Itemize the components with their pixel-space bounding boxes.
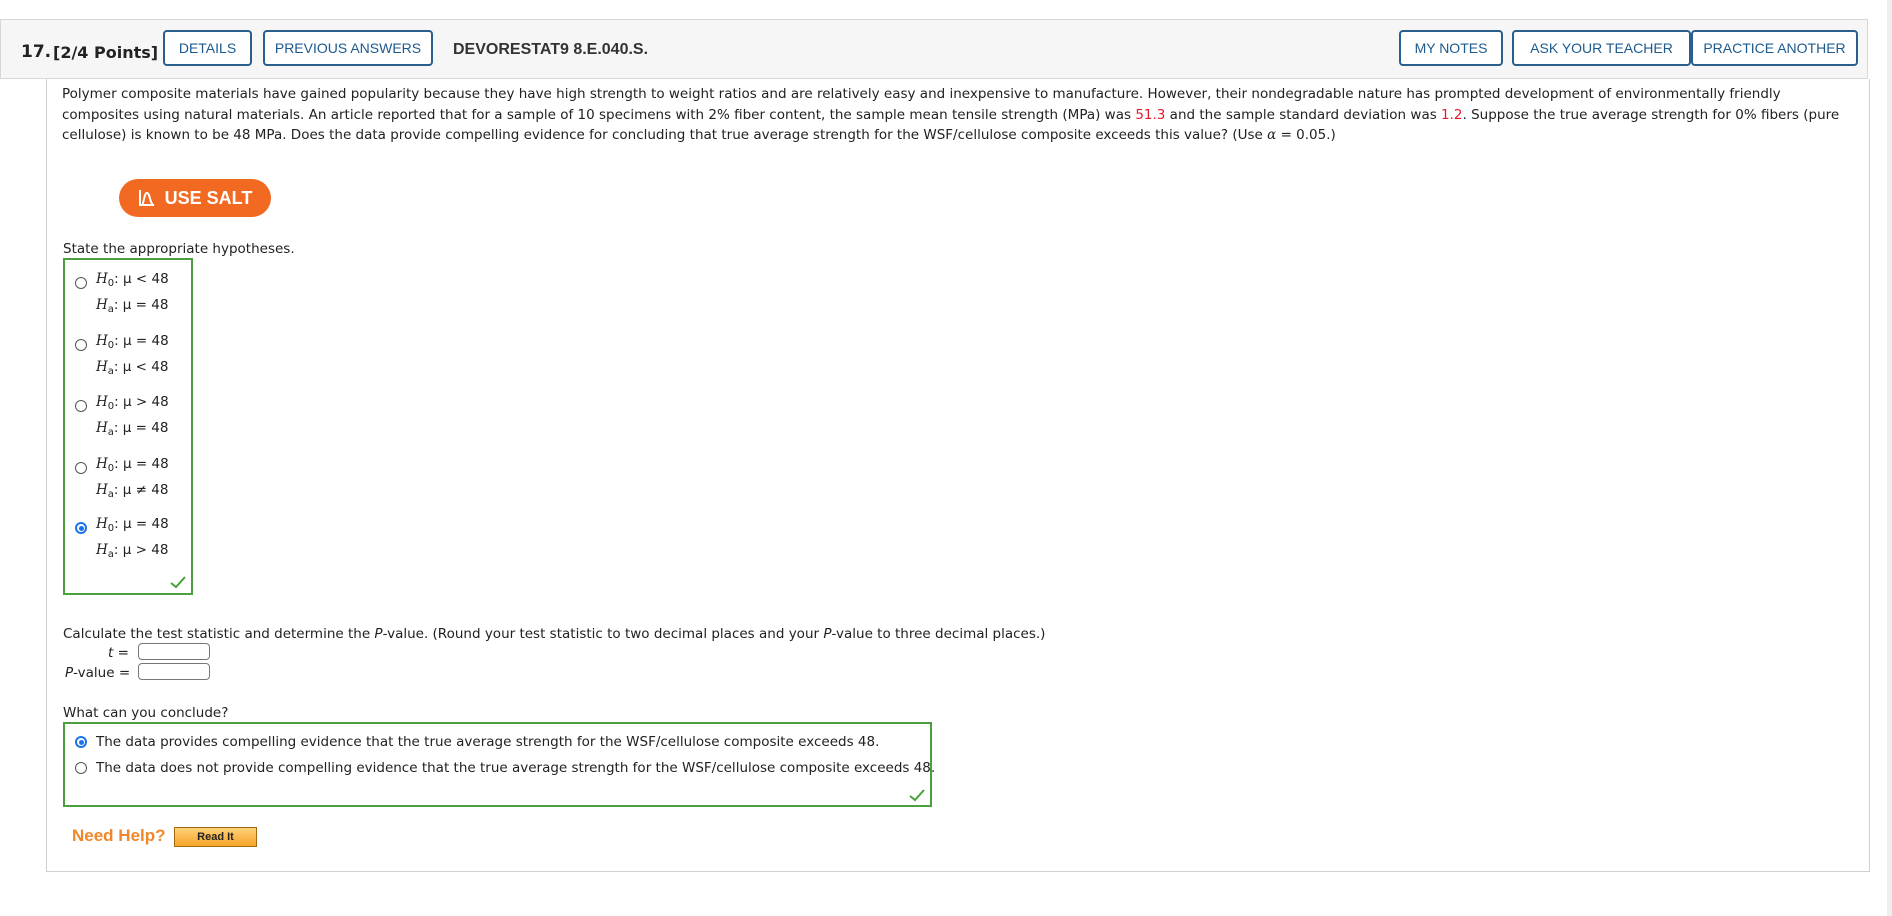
ask-your-teacher-button[interactable]: ASK YOUR TEACHER [1512,30,1691,66]
calc-prompt: Calculate the test statistic and determi… [63,626,1046,642]
hypothesis-radio-1[interactable] [75,277,87,289]
use-salt-label: USE SALT [164,187,253,208]
practice-another-button[interactable]: PRACTICE ANOTHER [1691,30,1858,66]
hypothesis-option-3[interactable]: H0: μ > 48 Ha: μ = 48 [65,391,193,441]
conclusion-radio-2[interactable] [75,762,87,774]
question-points: [2/4 Points] [53,43,159,62]
alpha-symbol: α [1267,127,1277,143]
conclusion-option-2[interactable]: The data does not provide compelling evi… [65,758,935,782]
h0-line-5: H0: μ = 48 [96,516,169,534]
hypothesis-radio-2[interactable] [75,339,87,351]
correct-check-icon [170,574,186,593]
problem-text-2: and the sample standard deviation was [1165,106,1442,123]
conclusion-radio-1[interactable] [75,736,87,748]
hypothesis-radio-5[interactable] [75,522,87,534]
hypotheses-prompt: State the appropriate hypotheses. [63,241,295,257]
h0-line-3: H0: μ > 48 [96,394,169,412]
conclusion-option-1[interactable]: The data provides compelling evidence th… [65,732,930,756]
hypothesis-radio-4[interactable] [75,462,87,474]
correct-check-icon [909,787,925,806]
problem-statement: Polymer composite materials have gained … [62,84,1852,146]
ha-line-5: Ha: μ > 48 [96,542,169,560]
my-notes-button[interactable]: MY NOTES [1399,30,1503,66]
conclusion-option-1-text: The data provides compelling evidence th… [96,734,880,750]
previous-answers-button[interactable]: PREVIOUS ANSWERS [263,30,433,66]
sample-mean-value: 51.3 [1135,106,1166,123]
need-help-label: Need Help? [72,826,166,845]
question-header: 17. [2/4 Points] DETAILS PREVIOUS ANSWER… [0,19,1868,79]
hypothesis-option-1[interactable]: H0: μ < 48 Ha: μ = 48 [65,268,193,318]
use-salt-button[interactable]: USE SALT [119,179,271,217]
h0-line-2: H0: μ = 48 [96,333,169,351]
conclusion-option-2-text: The data does not provide compelling evi… [96,760,936,776]
window-edge [1887,0,1892,916]
ha-line-3: Ha: μ = 48 [96,420,169,438]
salt-chart-icon [138,189,156,207]
sample-sd-value: 1.2 [1441,106,1463,123]
t-label: t = [108,645,129,661]
ha-line-1: Ha: μ = 48 [96,297,169,315]
question-code: DEVORESTAT9 8.E.040.S. [453,41,649,58]
h0-line-4: H0: μ = 48 [96,456,169,474]
question-number: 17. [21,42,52,62]
read-it-button[interactable]: Read It [174,827,257,847]
details-button[interactable]: DETAILS [163,30,252,66]
hypothesis-option-2[interactable]: H0: μ = 48 Ha: μ < 48 [65,330,193,380]
conclusion-prompt: What can you conclude? [63,705,229,721]
hypotheses-options: H0: μ < 48 Ha: μ = 48 H0: μ = 48 Ha: μ <… [63,258,193,595]
conclusion-options: The data provides compelling evidence th… [63,722,935,807]
ha-line-2: Ha: μ < 48 [96,359,169,377]
alpha-value: = 0.05.) [1276,127,1336,143]
p-value-label: P-value = [65,665,131,681]
p-value-input[interactable] [138,663,210,680]
t-statistic-input[interactable] [138,643,210,660]
ha-line-4: Ha: μ ≠ 48 [96,482,169,500]
hypothesis-option-5[interactable]: H0: μ = 48 Ha: μ > 48 [65,513,193,563]
hypothesis-radio-3[interactable] [75,400,87,412]
hypothesis-option-4[interactable]: H0: μ = 48 Ha: μ ≠ 48 [65,453,193,503]
h0-line-1: H0: μ < 48 [96,271,169,289]
